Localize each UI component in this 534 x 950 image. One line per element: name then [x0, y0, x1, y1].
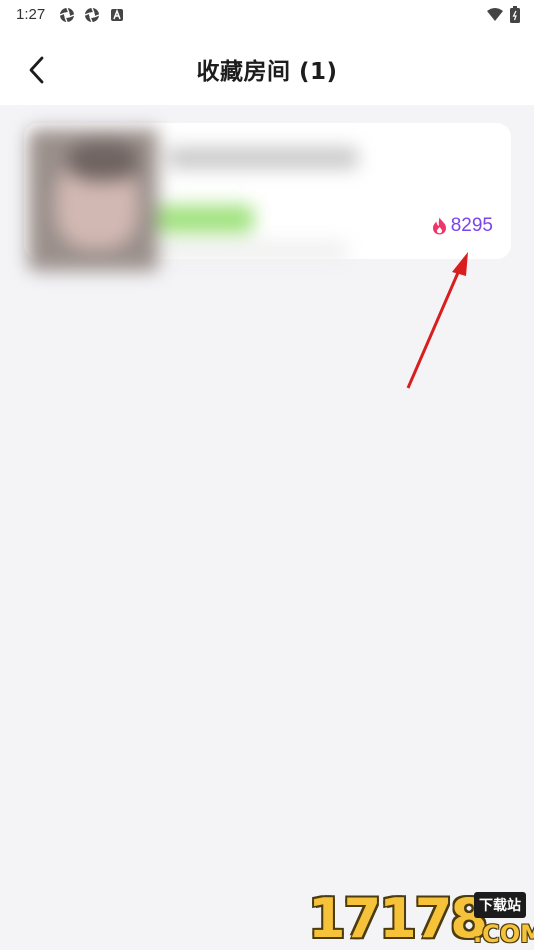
wifi-icon: [487, 7, 503, 21]
a-badge-icon: [111, 8, 123, 21]
watermark-tag: 下载站: [474, 892, 526, 918]
room-heat: 8295: [432, 215, 493, 237]
status-right-icons: [486, 6, 520, 23]
watermark-number: 17178: [308, 887, 488, 950]
heat-value: 8295: [450, 215, 493, 236]
page-header: 收藏房间 (1): [0, 30, 534, 105]
battery-icon: [510, 6, 520, 23]
watermark-domain: .COM: [473, 920, 534, 948]
flame-icon: [432, 217, 446, 235]
page-title: 收藏房间 (1): [196, 59, 338, 85]
aperture-icon: [84, 7, 100, 23]
status-bar: 1:27: [0, 0, 534, 30]
aperture-icon: [59, 7, 75, 23]
room-card[interactable]: 8295: [24, 123, 511, 271]
status-time: 1:27: [16, 6, 46, 23]
room-thumbnail-blurred: [28, 129, 362, 271]
site-watermark: 17178 下载站 .COM: [308, 888, 534, 950]
